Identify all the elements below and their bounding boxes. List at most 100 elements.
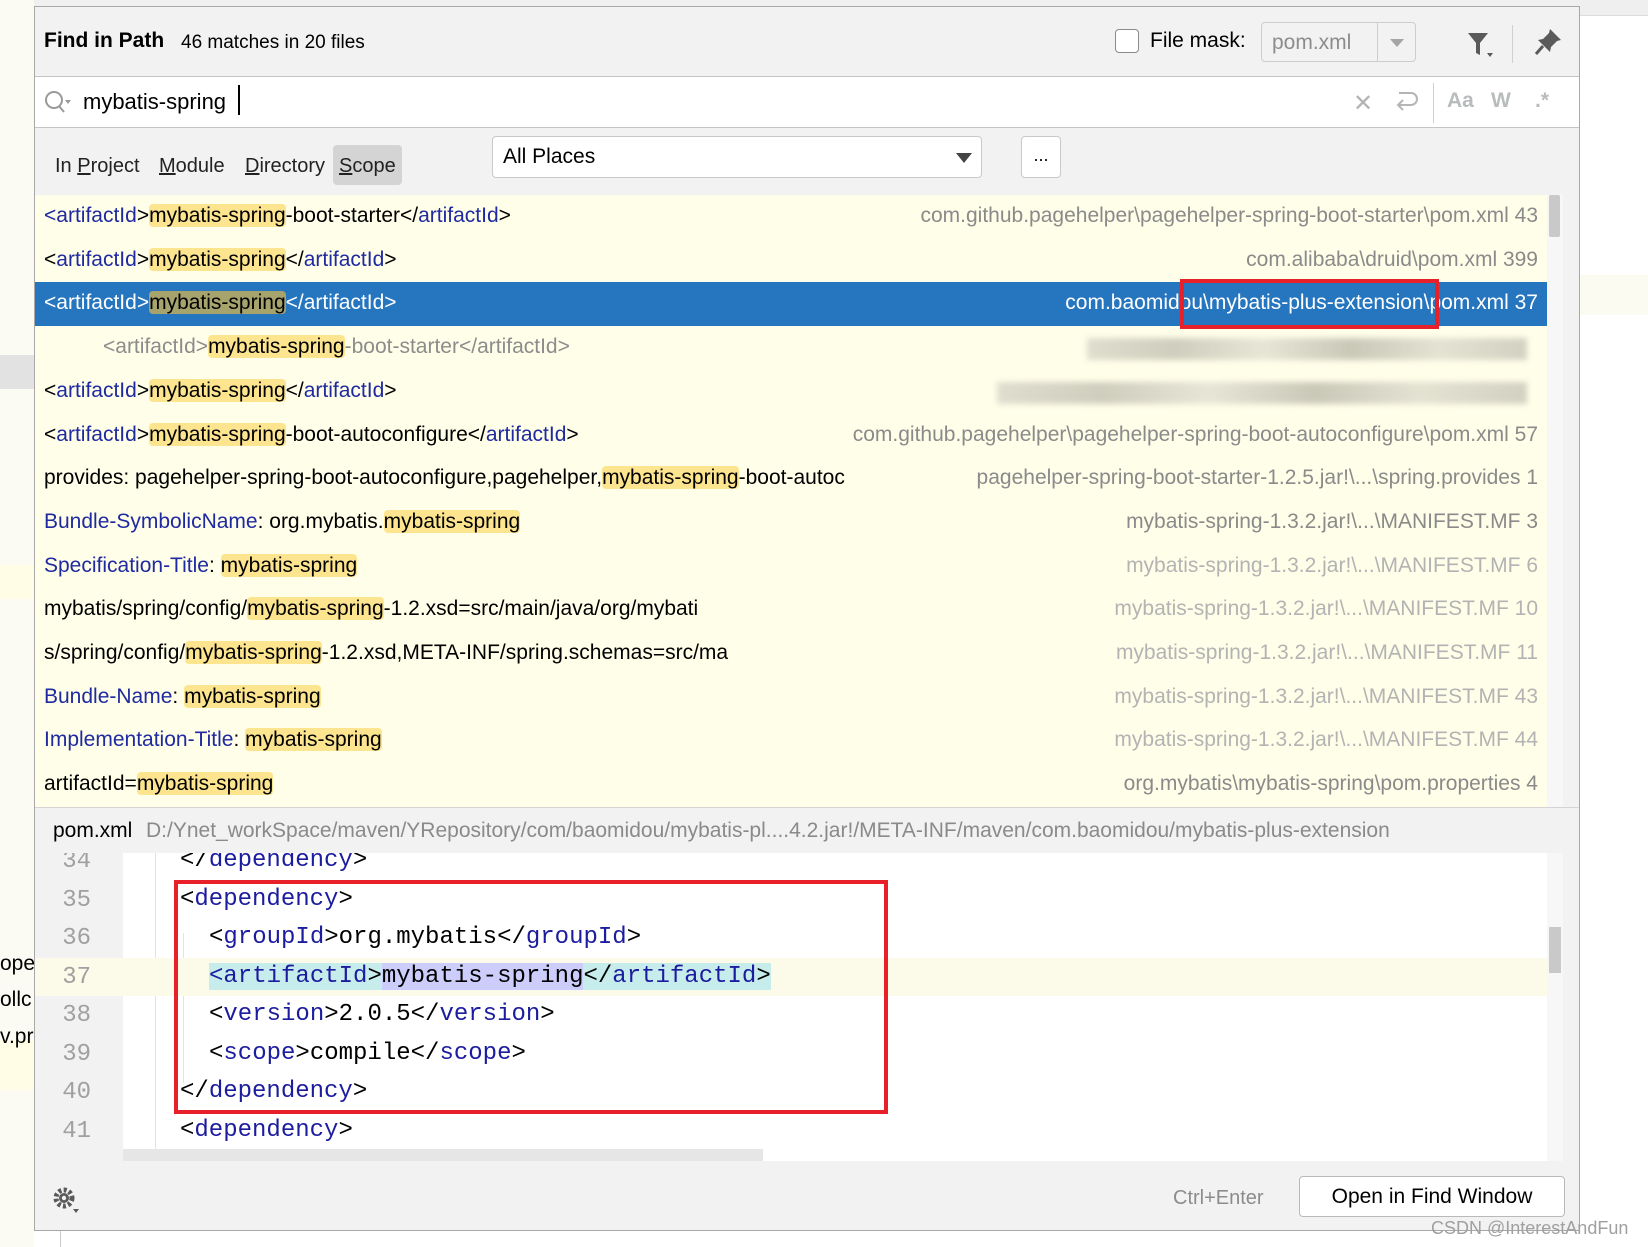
result-row[interactable]: mybatis/spring/config/mybatis-spring-1.2… (35, 588, 1547, 632)
result-file-path: mybatis-spring-1.3.2.jar!\...\MANIFEST.M… (1109, 641, 1538, 665)
text-segment: artifactId (303, 291, 385, 315)
text-segment: -boot-autoc (738, 466, 845, 490)
result-line-text: artifactId=mybatis-spring (44, 772, 274, 796)
tab-label: roject (90, 155, 140, 177)
result-row[interactable]: <artifactId>mybatis-spring</artifactId> c… (35, 239, 1547, 283)
chevron-down-icon[interactable] (956, 153, 972, 163)
result-file-path: com.github.pagehelper\pagehelper-spring-… (914, 204, 1538, 228)
tab-label: In (55, 155, 78, 177)
result-row[interactable]: s/spring/config/mybatis-spring-1.2.xsd,M… (35, 632, 1547, 676)
result-row[interactable]: <artifactId>mybatis-spring</artifactId> (35, 370, 1547, 414)
scope-tab[interactable]: In Project (49, 145, 146, 185)
close-icon[interactable]: ✕ (1353, 89, 1373, 118)
file-mask-checkbox[interactable] (1115, 29, 1139, 53)
browse-scope-button[interactable]: ... (1021, 136, 1061, 178)
result-row[interactable]: Implementation-Title: mybatis-spring myba… (35, 719, 1547, 763)
gear-icon[interactable] (51, 1185, 81, 1215)
code-line[interactable]: 34 </dependency> (35, 853, 1547, 881)
scope-tab[interactable]: Scope (333, 145, 402, 185)
preview-path-bar: pom.xml D:/Ynet_workSpace/maven/YReposit… (35, 807, 1579, 853)
result-file-path: mybatis-spring-1.3.2.jar!\...\MANIFEST.M… (1108, 728, 1538, 753)
code-token: dependency (194, 1116, 339, 1144)
text-caret (238, 85, 240, 115)
text-segment: -1.2.xsd=src/main/java/org/mybati (383, 597, 699, 621)
dialog-footer: Ctrl+Enter Open in Find Window (35, 1161, 1579, 1230)
scrollbar-thumb[interactable] (1549, 195, 1560, 237)
result-row[interactable]: artifactId=mybatis-spring org.mybatis\myb… (35, 763, 1547, 807)
results-scrollbar[interactable] (1547, 195, 1563, 807)
code-token: > (338, 1116, 353, 1144)
bg-block (1580, 275, 1648, 315)
text-segment: artifactId (56, 422, 137, 446)
result-row[interactable]: <artifactId>mybatis-spring-boot-autoconf… (35, 414, 1547, 458)
preview-file-path: D:/Ynet_workSpace/maven/YRepository/com/… (146, 819, 1390, 842)
text-segment: artifactId (56, 291, 137, 315)
filter-icon[interactable] (1465, 29, 1495, 59)
result-file-path: mybatis-spring-1.3.2.jar!\...\MANIFEST.M… (1108, 597, 1538, 622)
result-file-path: mybatis-spring-1.3.2.jar!\...\MANIFEST.M… (1108, 684, 1538, 709)
text-segment: > (136, 378, 150, 402)
bg-fragment: v.pr (0, 1025, 34, 1048)
result-file-path: org.mybatis\mybatis-spring\pom.propertie… (1117, 772, 1538, 797)
shortcut-hint: Ctrl+Enter (1173, 1187, 1264, 1209)
result-line-text: provides: pagehelper-spring-boot-autocon… (44, 466, 845, 490)
scope-select-value: All Places (503, 145, 596, 168)
scope-tab[interactable]: Module (153, 145, 231, 185)
code-line[interactable]: 41 <dependency> (35, 1112, 1547, 1151)
result-row[interactable]: Bundle-Name: mybatis-spring mybatis-sprin… (35, 676, 1547, 720)
text-segment: -boot-starter</ (285, 204, 419, 227)
match-count: 46 matches in 20 files (181, 32, 365, 53)
scope-select[interactable]: All Places (492, 136, 982, 178)
file-mask-combo[interactable]: pom.xml (1261, 22, 1416, 62)
result-row[interactable]: Bundle-SymbolicName: org.mybatis.mybatis… (35, 501, 1547, 545)
text-segment: < (44, 378, 57, 402)
match-highlight: mybatis-spring (136, 772, 274, 796)
background-editor-bottom (60, 1231, 1648, 1247)
match-highlight: mybatis-spring (184, 684, 321, 708)
text-segment: > (136, 291, 150, 315)
text-segment: mybatis/spring/config/ (44, 597, 248, 621)
open-in-find-window-button[interactable]: Open in Find Window (1299, 1176, 1565, 1217)
search-icon[interactable] (43, 89, 73, 115)
text-segment: </ (285, 247, 304, 271)
match-highlight: mybatis-spring (149, 247, 286, 271)
match-highlight: mybatis-spring (245, 728, 382, 752)
match-highlight: mybatis-spring (185, 641, 322, 664)
code-token: </ (180, 853, 209, 874)
result-line-text: <artifactId>mybatis-spring-boot-autoconf… (44, 422, 579, 447)
pin-icon[interactable] (1533, 27, 1563, 57)
redacted-path (997, 381, 1527, 404)
text-segment: s/spring/config/ (44, 641, 186, 664)
line-number: 37 (62, 963, 91, 991)
tab-mnemonic: P (77, 155, 91, 177)
text-segment: > (384, 247, 397, 271)
scope-tab[interactable]: Directory (239, 145, 331, 185)
match-highlight: mybatis-spring (383, 509, 521, 533)
new-line-icon[interactable] (1393, 89, 1419, 115)
code-text: </dependency> (180, 853, 367, 874)
bg-block (0, 355, 34, 389)
chevron-down-icon[interactable] (1390, 39, 1404, 47)
editor-scrollbar[interactable] (1547, 853, 1563, 1161)
text-segment: > (384, 378, 397, 402)
dialog-title: Find in Path (44, 29, 165, 52)
text-segment: : org.mybatis. (257, 509, 384, 533)
result-row[interactable]: <artifactId>mybatis-spring-boot-starter<… (35, 326, 1547, 370)
result-file-path: com.github.pagehelper\pagehelper-spring-… (846, 422, 1538, 447)
dialog-header: Find in Path 46 matches in 20 files File… (35, 7, 1579, 77)
result-row[interactable]: Specification-Title: mybatis-spring mybat… (35, 545, 1547, 589)
search-input[interactable] (83, 85, 1233, 119)
whole-words-toggle[interactable]: W (1491, 89, 1511, 113)
scrollbar-thumb[interactable] (1549, 927, 1561, 973)
match-case-toggle[interactable]: Aa (1447, 89, 1474, 113)
regex-toggle[interactable]: .* (1535, 89, 1549, 113)
tab-label: cope (352, 155, 396, 177)
result-file-path: com.alibaba\druid\pom.xml 399 (1240, 247, 1538, 272)
text-segment: : (233, 728, 246, 752)
text-segment: artifactId (56, 378, 137, 402)
result-row[interactable]: <artifactId>mybatis-spring-boot-starter<… (35, 195, 1547, 239)
next-line-peek (123, 1149, 763, 1161)
result-line-text: <artifactId>mybatis-spring</artifactId> (44, 291, 397, 315)
text-segment: < (44, 291, 57, 315)
result-row[interactable]: provides: pagehelper-spring-boot-autocon… (35, 457, 1547, 501)
